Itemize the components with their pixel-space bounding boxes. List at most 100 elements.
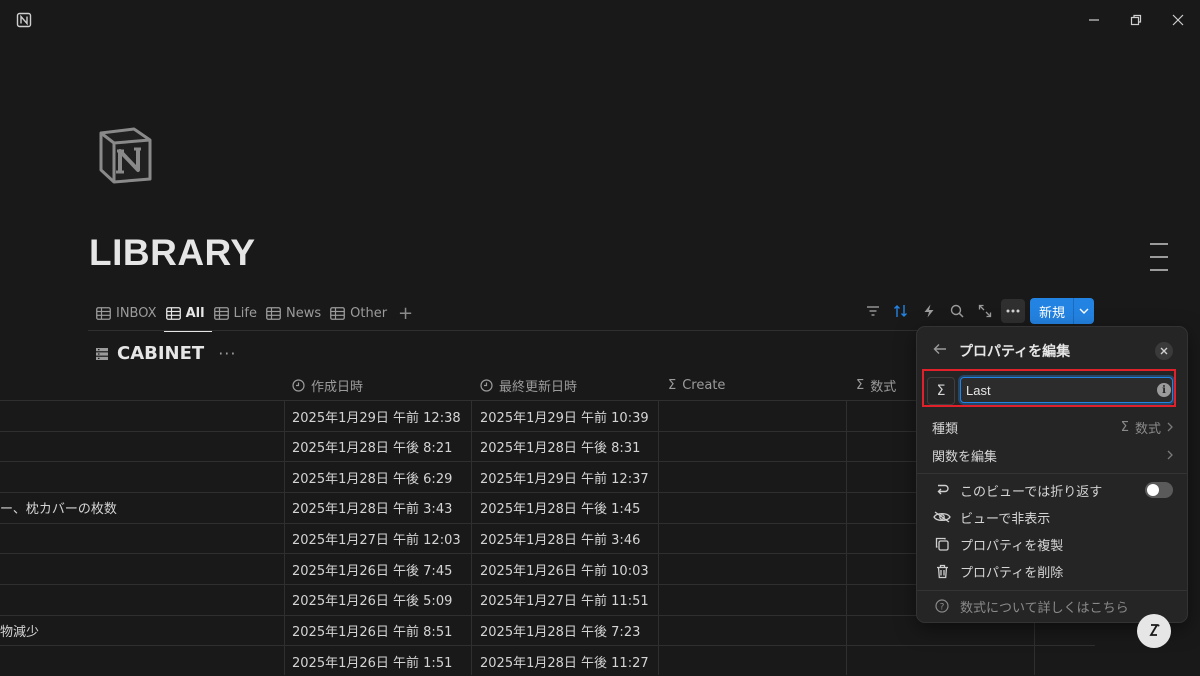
more-options-icon[interactable] [1001,299,1025,323]
tab-inbox[interactable]: INBOX [94,298,164,328]
cell-created[interactable]: 2025年1月26日 午後 7:45 [292,554,452,584]
table-view-icon [330,306,346,320]
close-panel-icon[interactable] [1155,342,1173,360]
delete-property-row[interactable]: プロパティを削除 [932,558,1173,584]
table-view-icon [213,306,229,320]
cell-created[interactable]: 2025年1月26日 午前 8:51 [292,615,452,645]
annotation-highlight-box [922,369,1176,407]
cell-created[interactable]: 2025年1月26日 午後 5:09 [292,584,452,614]
chevron-right-icon [1167,450,1173,460]
cell-updated[interactable]: 2025年1月26日 午前 10:03 [480,554,649,584]
close-window-icon[interactable] [1164,8,1192,32]
grid-column-line [846,400,847,675]
new-button[interactable]: 新規 [1030,298,1095,324]
tab-all[interactable]: All [163,298,212,332]
grid-column-line [471,400,472,675]
table-view-icon [266,306,281,320]
sort-icon[interactable] [892,302,910,320]
tab-label: INBOX [116,305,157,321]
cell-created[interactable]: 2025年1月28日 午後 8:21 [292,431,452,461]
type-value: 数式 [1134,421,1161,437]
page-title[interactable]: LIBRARY [89,232,256,274]
app-logo-icon [16,12,32,28]
tab-label: Other [350,305,388,321]
page-icon-notion-logo[interactable] [96,125,156,185]
database-more-icon[interactable]: ··· [218,344,236,363]
trash-icon [932,564,952,579]
database-icon [95,347,109,361]
sigma-icon: Σ [1120,419,1129,435]
type-label: 種類 [932,421,959,437]
panel-divider [917,590,1187,591]
clock-icon [480,378,493,392]
expand-icon[interactable] [976,302,994,320]
cell-updated[interactable]: 2025年1月28日 午後 1:45 [480,492,640,522]
chevron-down-icon[interactable] [1073,298,1094,324]
delete-label: プロパティを削除 [960,565,1064,581]
tab-other[interactable]: Other [328,298,394,328]
back-arrow-icon[interactable] [933,343,947,355]
cell-updated[interactable]: 2025年1月27日 午前 11:51 [480,584,649,614]
duplicate-icon [932,537,952,551]
edit-formula-label: 関数を編集 [932,449,998,465]
clock-icon [292,378,305,392]
new-button-label: 新規 [1039,305,1066,321]
view-tabs: INBOX All Life News Other + [94,298,413,332]
wrap-in-view-row[interactable]: このビューでは折り返す [932,477,1173,503]
grid-column-line [658,400,659,675]
column-header-created[interactable]: 作成日時 [292,370,363,400]
help-circle-icon: ? [932,599,952,613]
chevron-right-icon [1167,422,1173,432]
hide-in-view-row[interactable]: ビューで非表示 [932,504,1173,530]
tab-life[interactable]: Life [212,298,264,328]
formula-help-link[interactable]: ? 数式について詳しくはこちら [932,593,1173,619]
wrap-toggle[interactable] [1145,482,1173,498]
sigma-icon: Σ [856,377,865,393]
table-view-icon [165,306,181,320]
table-of-contents-icon[interactable] [1150,243,1168,282]
duplicate-label: プロパティを複製 [960,538,1064,554]
cell-created[interactable]: 2025年1月27日 午前 12:03 [292,523,461,553]
panel-divider [917,473,1187,474]
cell-updated[interactable]: 2025年1月29日 午前 10:39 [480,401,649,431]
table-view-icon [96,306,111,320]
cell-name[interactable]: 物減少 [0,615,39,645]
cell-updated[interactable]: 2025年1月28日 午後 7:23 [480,615,640,645]
tab-label: All [185,305,205,321]
panel-title: プロパティを編集 [959,344,1071,360]
sigma-icon: Σ [668,377,677,393]
cell-name[interactable]: ー、枕カバーの枚数 [0,492,117,522]
help-label: 数式について詳しくはこちら [960,600,1129,616]
duplicate-property-row[interactable]: プロパティを複製 [932,531,1173,557]
hide-label: ビューで非表示 [960,511,1051,527]
column-header-updated[interactable]: 最終更新日時 [480,370,577,400]
filter-icon[interactable] [864,302,882,320]
database-title[interactable]: CABINET [117,343,204,364]
add-view-plus-icon[interactable]: + [394,303,413,324]
edit-formula-row[interactable]: 関数を編集 [932,442,1173,468]
wrap-icon [932,483,952,497]
search-icon[interactable] [948,302,966,320]
column-header-create[interactable]: Σ Create [668,370,725,400]
automation-lightning-icon[interactable] [920,302,938,320]
cell-updated[interactable]: 2025年1月29日 午前 12:37 [480,462,649,492]
minimize-icon[interactable] [1080,8,1108,32]
database-heading: CABINET ··· [95,343,236,364]
cell-updated[interactable]: 2025年1月28日 午後 8:31 [480,431,640,461]
cell-updated[interactable]: 2025年1月28日 午後 11:27 [480,646,649,676]
cell-created[interactable]: 2025年1月28日 午前 3:43 [292,492,452,522]
tab-news[interactable]: News [264,298,328,328]
help-button-icon[interactable] [1137,614,1171,648]
cell-created[interactable]: 2025年1月26日 午前 1:51 [292,646,452,676]
tab-label: News [285,305,322,321]
tab-label: Life [233,305,257,321]
type-row[interactable]: 種類 Σ 数式 [932,414,1173,440]
restore-icon[interactable] [1122,8,1150,32]
cell-updated[interactable]: 2025年1月28日 午前 3:46 [480,523,640,553]
column-header-label: 作成日時 [311,379,364,395]
wrap-label: このビューでは折り返す [960,484,1103,500]
cell-created[interactable]: 2025年1月28日 午後 6:29 [292,462,452,492]
cell-created[interactable]: 2025年1月29日 午前 12:38 [292,401,461,431]
type-value-wrapper: Σ 数式 [1121,418,1173,437]
column-header-formula[interactable]: Σ 数式 [856,370,896,400]
